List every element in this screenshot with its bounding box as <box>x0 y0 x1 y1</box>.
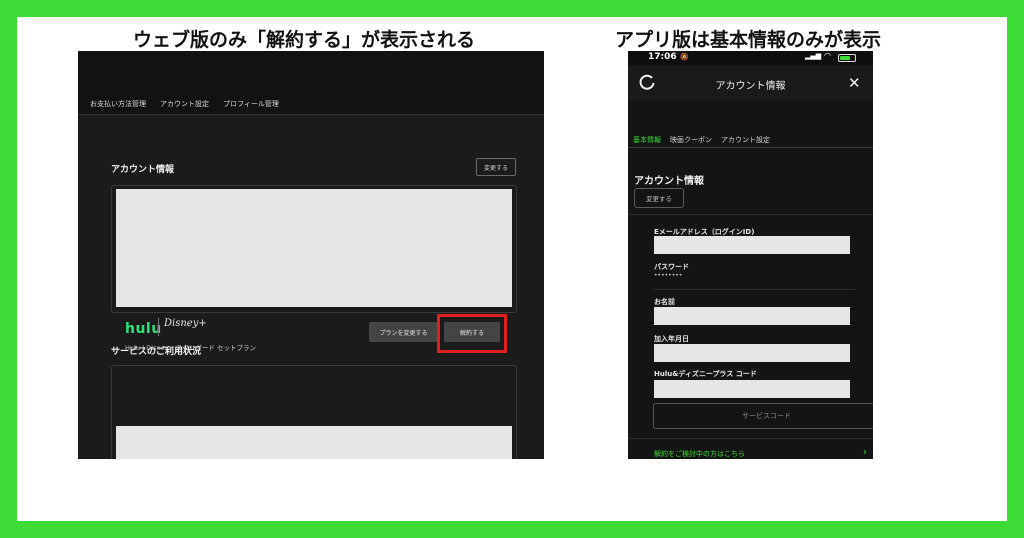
web-screenshot: お支払い方法管理 アカウント設定 プロフィール管理 アカウント情報 変更する サ… <box>78 51 544 459</box>
join-date-label: 加入年月日 <box>654 335 689 343</box>
change-plan-button[interactable]: プランを変更する <box>369 322 438 342</box>
tab-basic-info[interactable]: 基本情報 <box>633 135 661 145</box>
service-details-redacted <box>116 426 512 459</box>
app-title: アカウント情報 <box>715 81 786 92</box>
section-divider <box>628 214 873 215</box>
tab-movie-coupon[interactable]: 映画クーポン <box>670 135 712 145</box>
code-label: Hulu&ディズニープラス コード <box>654 370 757 378</box>
cancel-consider-link[interactable]: 解約をご検討中の方はこちら <box>654 449 745 459</box>
web-heading: ウェブ版のみ「解約する」が表示される <box>133 29 476 51</box>
hulu-logo: hulu <box>125 321 162 337</box>
app-change-button[interactable]: 変更する <box>634 188 684 208</box>
nav-account-settings[interactable]: アカウント設定 <box>160 99 209 109</box>
tab-account-settings[interactable]: アカウント設定 <box>721 135 770 145</box>
name-value-redacted <box>654 307 850 325</box>
wifi-icon: ◠ <box>824 51 831 60</box>
app-section-title: アカウント情報 <box>634 176 704 187</box>
disney-plus-logo: Disney+ <box>164 318 207 329</box>
cancel-button[interactable]: 解約する <box>444 322 500 342</box>
password-divider <box>654 289 855 290</box>
chevron-right-icon[interactable]: › <box>863 447 867 458</box>
app-header: アカウント情報 ✕ <box>628 65 873 101</box>
plan-name: Hulu | Disney+ スタンダード セットプラン <box>125 344 256 352</box>
email-value-redacted <box>654 236 850 254</box>
nav-payment[interactable]: お支払い方法管理 <box>90 99 146 109</box>
web-content: アカウント情報 変更する サービスのご利用状況 <box>78 115 544 459</box>
service-code-button[interactable]: サービスコード <box>653 403 873 429</box>
battery-icon <box>838 54 856 62</box>
status-time: 17:06 <box>648 52 677 62</box>
change-button[interactable]: 変更する <box>476 158 516 176</box>
name-label: お名前 <box>654 298 675 306</box>
tab-underline <box>628 147 873 148</box>
app-heading: アプリ版は基本情報のみが表示 <box>615 29 882 51</box>
bottom-divider <box>628 438 873 439</box>
close-icon[interactable]: ✕ <box>848 74 861 92</box>
logo-divider <box>158 318 159 336</box>
join-date-value-redacted <box>654 344 850 362</box>
code-value-redacted <box>654 380 850 398</box>
account-info-redacted <box>116 189 512 307</box>
nav-profile[interactable]: プロフィール管理 <box>223 99 279 109</box>
app-screenshot: 17:06 🔕 ▂▄▆ ◠ アカウント情報 ✕ 基本情報 映画クーポン アカウン… <box>628 51 873 459</box>
web-nav: お支払い方法管理 アカウント設定 プロフィール管理 <box>90 99 279 109</box>
password-value: •••••••• <box>654 272 683 279</box>
status-bar: 17:06 🔕 ▂▄▆ ◠ <box>628 51 873 65</box>
account-section-title: アカウント情報 <box>111 165 175 175</box>
app-tabs: 基本情報 映画クーポン アカウント設定 <box>633 135 770 145</box>
signal-icon: ▂▄▆ <box>805 52 822 60</box>
bell-icon: 🔕 <box>680 53 689 61</box>
password-label: パスワード <box>654 263 689 271</box>
